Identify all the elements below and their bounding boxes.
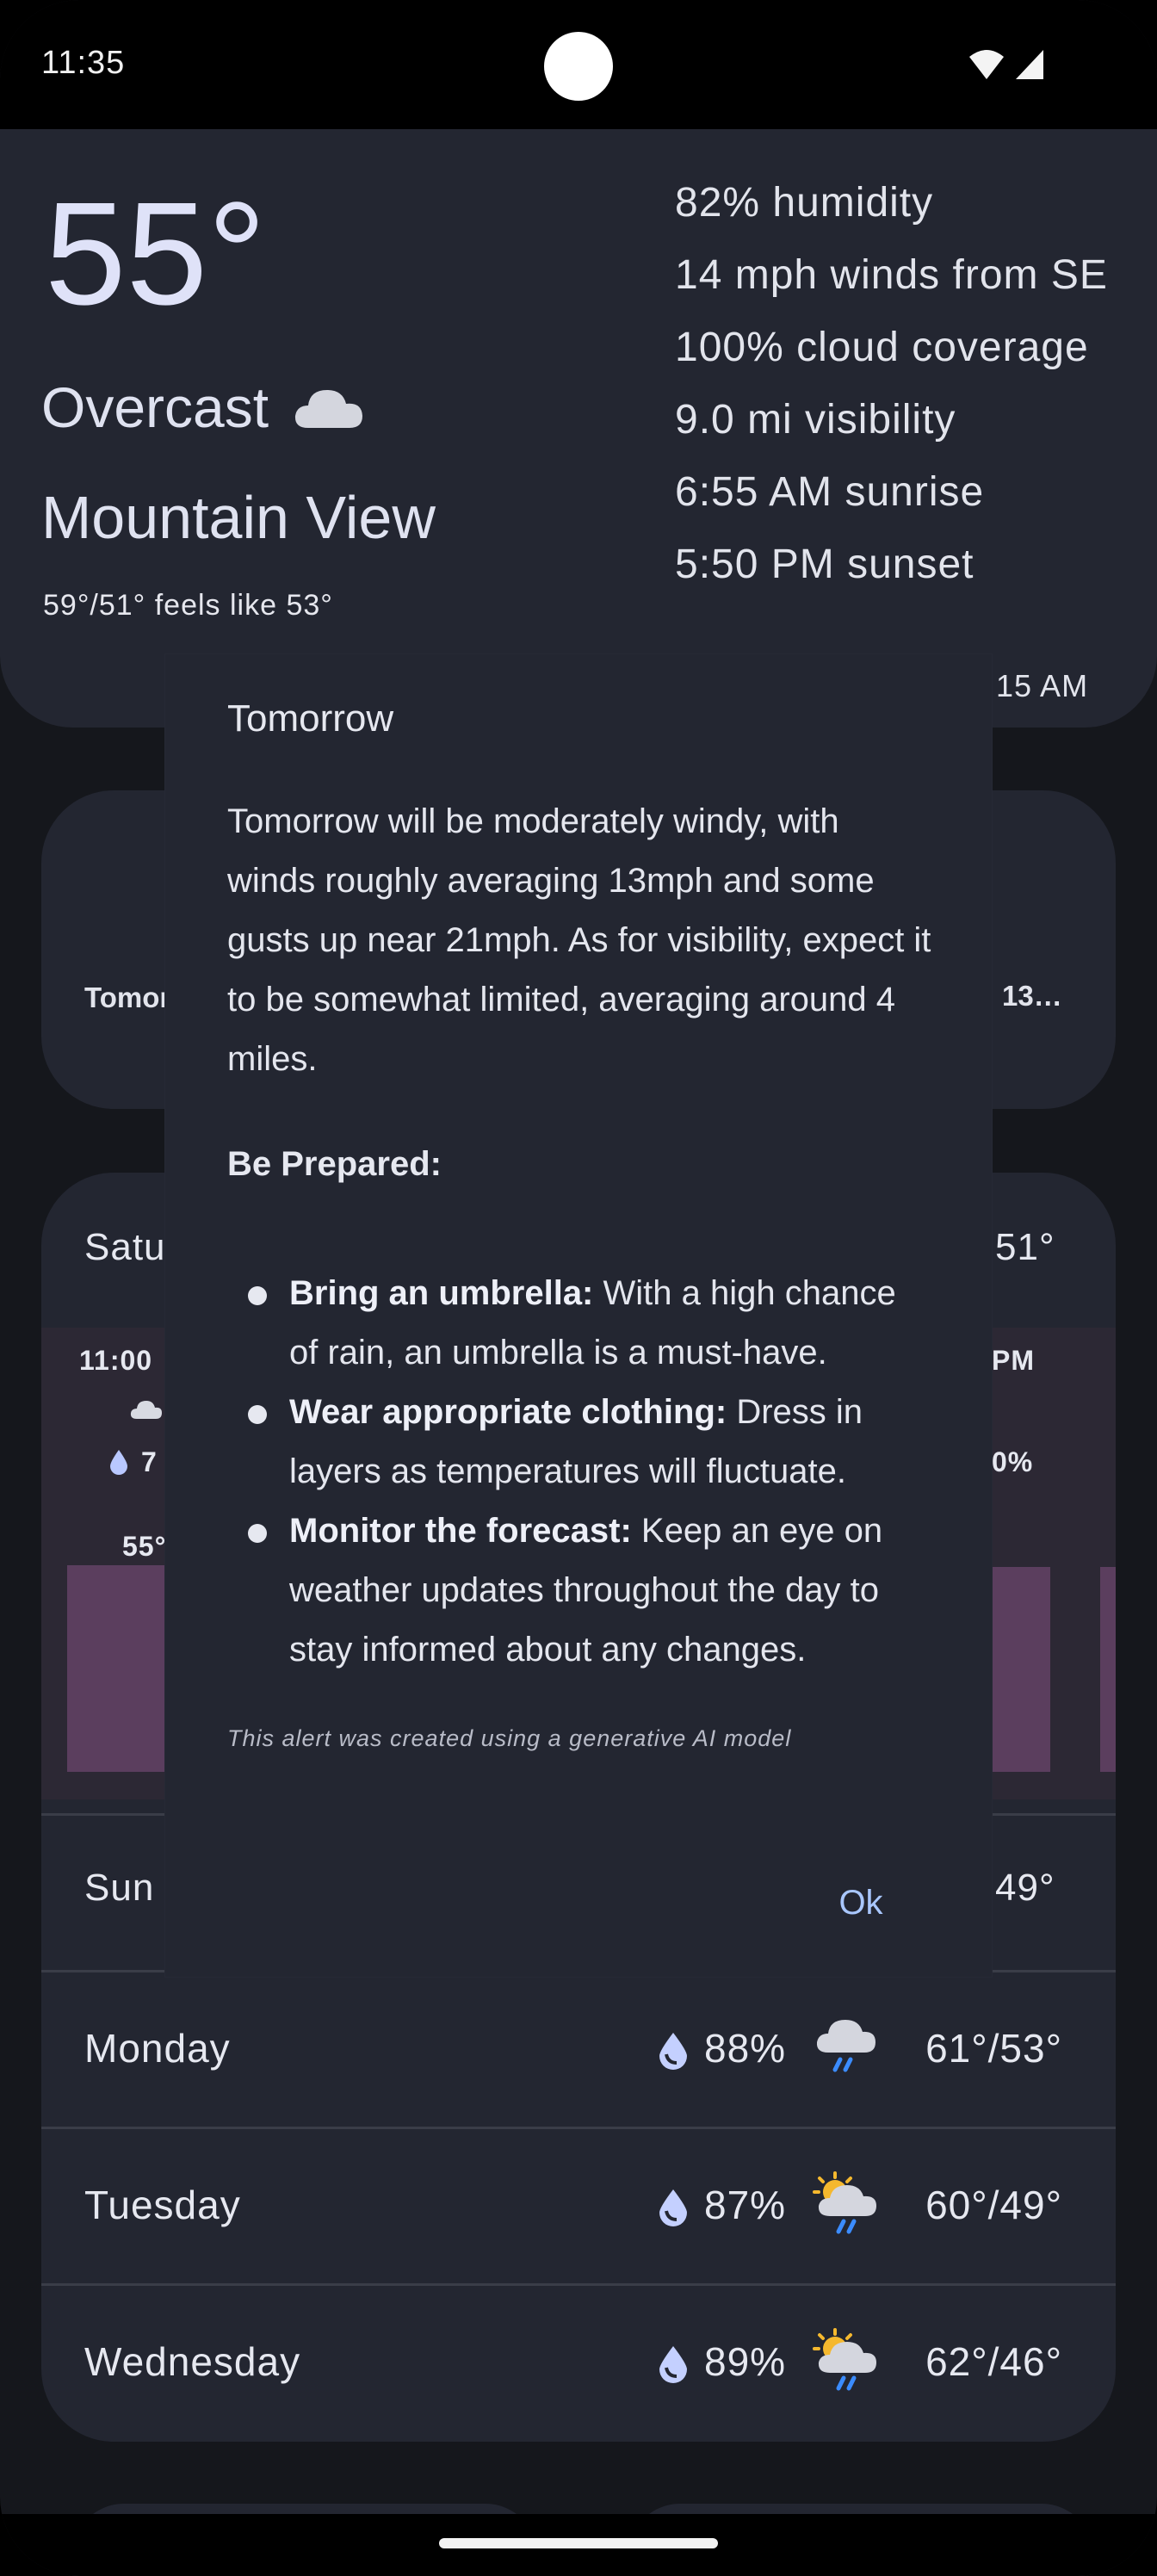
ok-button[interactable]: Ok	[809, 1872, 913, 1934]
tip-item: Wear appropriate clothing: Dress in laye…	[227, 1383, 933, 1502]
day-name-sunday: Sun	[84, 1867, 155, 1909]
wifi-icon	[969, 50, 1004, 79]
hourly-precip-right: 0%	[992, 1446, 1034, 1477]
current-condition: Overcast	[41, 379, 365, 436]
stat-visibility: 9.0 mi visibility	[675, 397, 956, 443]
tip-title: Wear appropriate clothing:	[289, 1393, 727, 1431]
bullet-icon	[248, 1286, 267, 1305]
city-name: Mountain View	[41, 484, 436, 551]
precip-chance: 87%	[704, 2183, 787, 2227]
stat-wind: 14 mph winds from SE	[675, 252, 1108, 298]
be-prepared-heading: Be Prepared:	[227, 1145, 442, 1183]
cloud-icon	[295, 390, 363, 428]
hourly-bar	[987, 1567, 1050, 1772]
ai-disclaimer: This alert was created using a generativ…	[227, 1725, 792, 1751]
hourly-bar	[1100, 1567, 1116, 1772]
app-screen: 11:35 55° Overcast Mountain View 59°/51°…	[0, 0, 1157, 2576]
summary-value: 13…	[1002, 980, 1062, 1012]
day-name: Tuesday	[84, 2183, 241, 2227]
status-bar: 11:35	[0, 0, 1157, 129]
saturday-hi-lo: 51°	[995, 1226, 1055, 1268]
tip-item: Monitor the forecast: Keep an eye on wea…	[227, 1502, 933, 1680]
precip-chance: 88%	[704, 2026, 787, 2071]
cloud-icon	[130, 1401, 162, 1419]
dialog-title: Tomorrow	[227, 697, 394, 740]
dialog-body: Tomorrow will be moderately windy, with …	[227, 802, 931, 1078]
day-name-saturday: Satu	[84, 1226, 166, 1268]
hourly-bar	[67, 1565, 167, 1772]
drop-icon	[659, 2033, 687, 2070]
signal-icon	[1016, 50, 1043, 79]
hi-lo-feels-like: 59°/51° feels like 53°	[43, 589, 333, 622]
gesture-handle[interactable]	[439, 2538, 718, 2548]
day-name: Wednesday	[84, 2339, 301, 2384]
current-temperature: 55°	[45, 172, 267, 336]
stat-sunrise: 6:55 AM sunrise	[675, 469, 985, 515]
day-name: Monday	[84, 2026, 231, 2071]
day-row-wednesday[interactable]: Wednesday 89% 62°/46°	[41, 2285, 1116, 2440]
sun-rain-cloud-icon	[813, 2171, 876, 2234]
stat-cloud-coverage: 100% cloud coverage	[675, 325, 1089, 370]
status-time: 11:35	[41, 45, 126, 81]
hi-lo-temp: 60°/49°	[925, 2183, 1062, 2227]
day-row-tuesday[interactable]: Tuesday 87% 60°/49°	[41, 2128, 1116, 2283]
tips-list: Bring an umbrella: With a high chance of…	[227, 1264, 933, 1680]
tip-title: Bring an umbrella:	[289, 1274, 594, 1312]
current-stats: 82% humidity 14 mph winds from SE 100% c…	[675, 177, 1108, 611]
drop-icon	[659, 2189, 687, 2226]
drop-icon	[659, 2346, 687, 2383]
stat-sunset: 5:50 PM sunset	[675, 542, 974, 587]
stat-humidity: 82% humidity	[675, 180, 934, 226]
hourly-precip: 7	[141, 1446, 158, 1477]
updated-time: :15 AM	[987, 668, 1089, 703]
hour-label: 11:00	[79, 1345, 153, 1376]
current-conditions-card[interactable]: 55° Overcast Mountain View 59°/51° feels…	[0, 129, 1157, 728]
drop-icon	[110, 1450, 127, 1475]
hi-lo-temp: 62°/46°	[925, 2339, 1062, 2384]
day-row-monday[interactable]: Monday 88% 61°/53°	[41, 1972, 1116, 2127]
camera-cutout	[544, 32, 613, 101]
bullet-icon	[248, 1405, 267, 1424]
rain-cloud-icon	[816, 2020, 875, 2072]
condition-label: Overcast	[41, 375, 269, 439]
tip-title: Monitor the forecast:	[289, 1512, 632, 1550]
sun-rain-cloud-icon	[813, 2328, 876, 2391]
sunday-hi-lo: 49°	[995, 1867, 1055, 1909]
precip-chance: 89%	[704, 2339, 787, 2384]
summary-label: Tomor	[84, 981, 171, 1013]
tip-item: Bring an umbrella: With a high chance of…	[227, 1264, 933, 1383]
hourly-temp: 55°	[122, 1531, 167, 1562]
bullet-icon	[248, 1524, 267, 1543]
hour-label-pm: PM	[992, 1345, 1035, 1376]
ai-alert-dialog: Tomorrow Tomorrow will be moderately win…	[165, 654, 992, 1977]
hi-lo-temp: 61°/53°	[925, 2026, 1062, 2071]
